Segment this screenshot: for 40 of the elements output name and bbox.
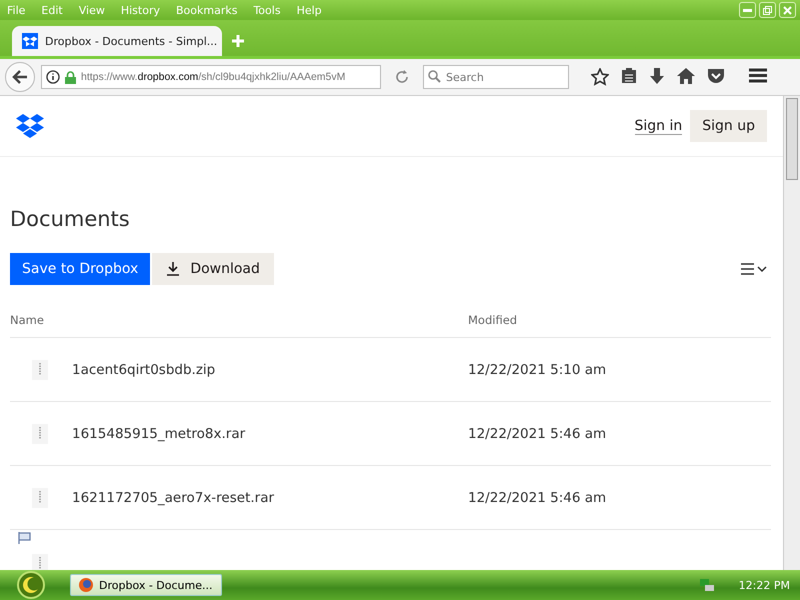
column-header[interactable]: Name	[10, 313, 468, 327]
modified-date: 12/22/2021 5:46 am	[468, 490, 608, 506]
file-name[interactable]: 1615485915_metro8x.rar	[72, 426, 246, 442]
view-options-button[interactable]	[741, 262, 767, 276]
browser-tab[interactable]: Dropbox - Documents - Simpl...	[12, 26, 222, 56]
clock-text: 12:22 PM	[738, 578, 790, 592]
minimize-icon	[743, 8, 752, 12]
download-icon	[166, 262, 180, 276]
download-button[interactable]: Download	[152, 253, 274, 285]
box-logo-icon	[22, 33, 38, 49]
padlock-icon	[65, 70, 76, 84]
network-icon	[698, 577, 715, 593]
file-icon	[32, 360, 48, 380]
file-name[interactable]: 1acent6qirt0sbdb.zip	[72, 362, 216, 378]
address-bar[interactable]: https://www.dropbox.com/sh/cl9bu4qjxhk2liu/AAAem5vM	[41, 65, 381, 89]
file-name[interactable]: 1621172705_aero7x-reset.rar	[72, 490, 274, 506]
modified-date: 12/22/2021 5:46 am	[468, 426, 608, 442]
info-icon	[46, 70, 60, 84]
tab-title: Dropbox - Documents - Simpl...	[45, 34, 218, 48]
sign-in-link[interactable]: Sign in	[634, 118, 682, 134]
flag-icon	[18, 532, 32, 544]
sign-up-button[interactable]: Sign up	[690, 110, 767, 142]
start-button-icon[interactable]	[16, 571, 46, 599]
save-button[interactable]: Save to Dropbox	[10, 253, 150, 285]
close-icon	[783, 6, 792, 14]
restore-icon	[763, 6, 772, 14]
column-header[interactable]: Modified	[468, 313, 771, 327]
file-icon	[32, 424, 48, 444]
search-field[interactable]: Search	[423, 65, 569, 89]
taskbar-window-button[interactable]: Dropbox - Docume...	[70, 574, 222, 596]
browser-icon	[79, 578, 93, 592]
back-arrow-icon	[12, 70, 28, 84]
back-button[interactable]	[5, 62, 35, 92]
file-icon	[32, 488, 48, 508]
box-logo-icon[interactable]	[16, 114, 44, 138]
reload-icon[interactable]	[395, 70, 409, 84]
modified-date: 12/22/2021 5:10 am	[468, 362, 608, 378]
url-text: https://www.dropbox.com/sh/cl9bu4qjxhk2liu/AAAem5vM	[81, 71, 346, 83]
scrollbar[interactable]	[783, 96, 800, 570]
folder-title: Documents	[10, 207, 131, 231]
